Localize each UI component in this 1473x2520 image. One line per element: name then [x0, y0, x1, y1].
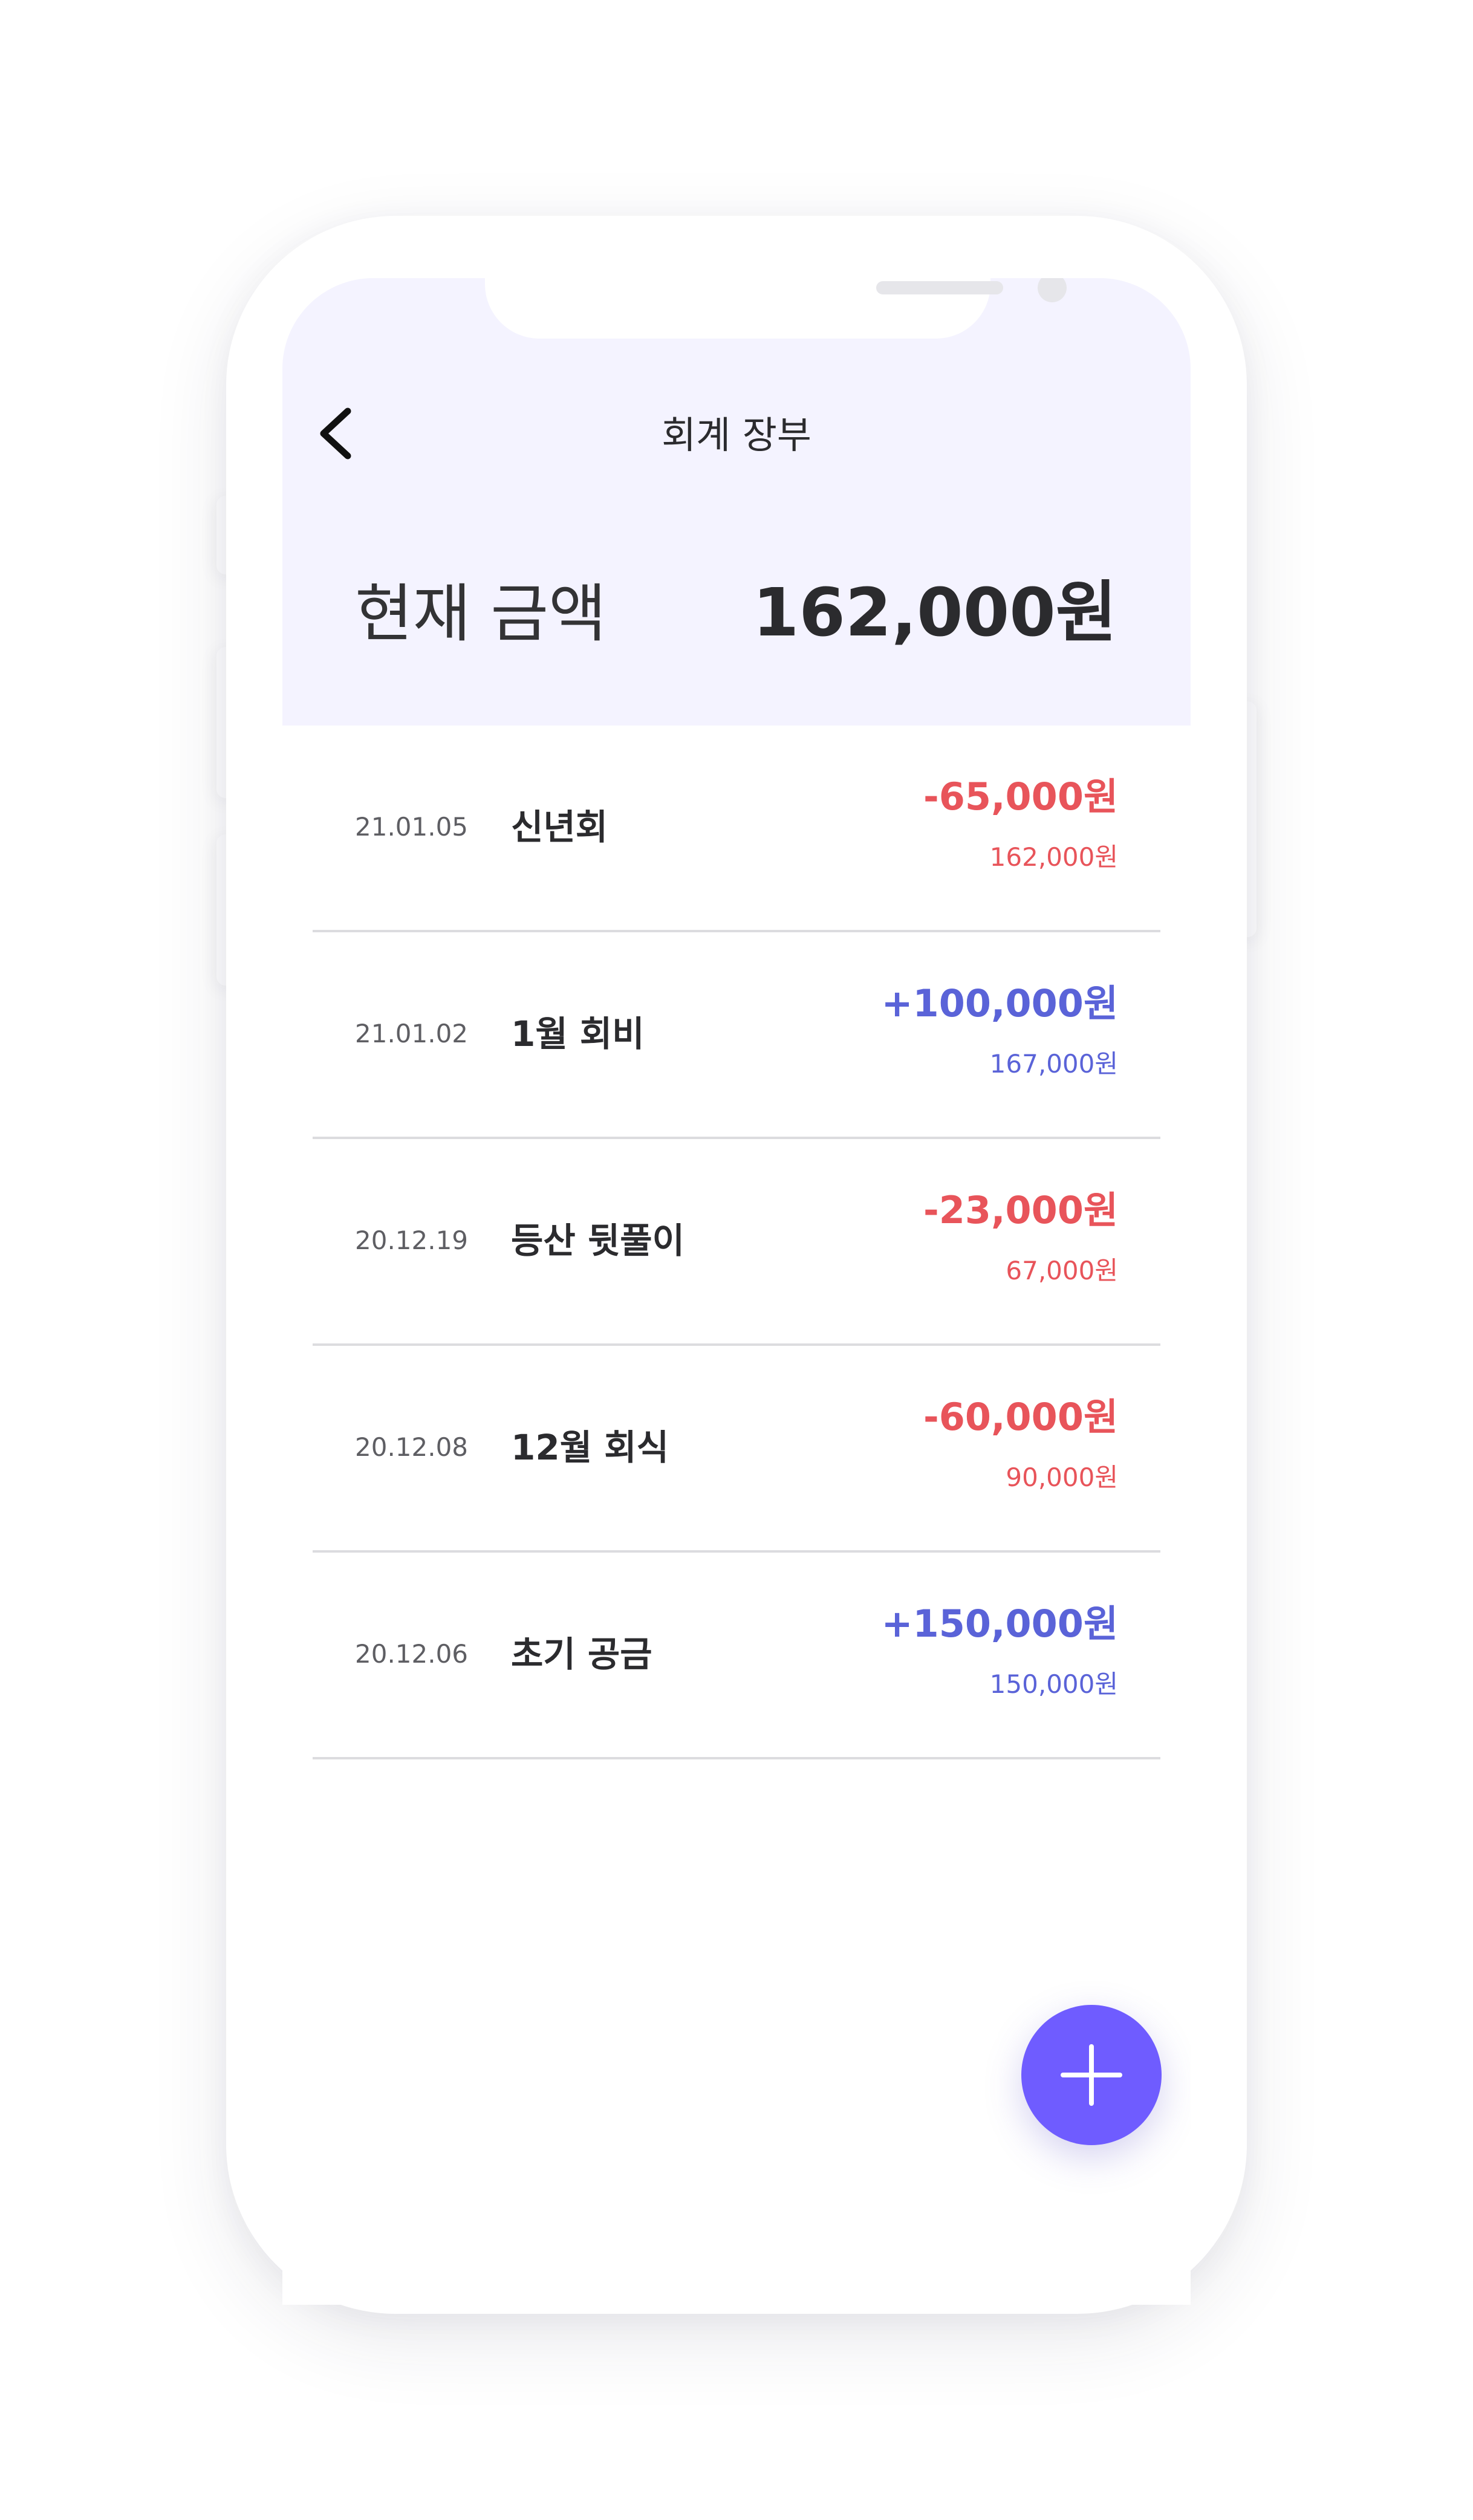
- transaction-amount: -23,000원: [923, 1188, 1118, 1232]
- transaction-name: 초기 공금: [511, 1634, 652, 1675]
- running-balance: 162,000원: [989, 842, 1118, 872]
- transaction-date: 21.01.05: [355, 812, 469, 842]
- transaction-amount: -60,000원: [923, 1395, 1118, 1439]
- running-balance: 167,000원: [989, 1049, 1118, 1079]
- plus-icon: [1061, 2044, 1122, 2106]
- transaction-amount: +150,000원: [881, 1602, 1118, 1646]
- balance-header: 회계 장부 현재 금액 162,000원: [282, 278, 1191, 726]
- app-screen: 회계 장부 현재 금액 162,000원 21.01.05 신년회 -65,00…: [282, 278, 1191, 2305]
- device-notch: [485, 278, 1067, 339]
- transaction-row[interactable]: 21.01.05 신년회 -65,000원 162,000원: [313, 726, 1160, 932]
- transaction-date: 21.01.02: [355, 1019, 469, 1048]
- transaction-date: 20.12.08: [355, 1432, 469, 1462]
- balance-amount: 162,000원: [752, 574, 1117, 651]
- running-balance: 67,000원: [1006, 1256, 1118, 1285]
- transaction-name: 등산 뒷풀이: [511, 1220, 684, 1261]
- transaction-date: 20.12.19: [355, 1226, 469, 1255]
- add-transaction-button[interactable]: [1021, 2005, 1162, 2145]
- transaction-date: 20.12.06: [355, 1639, 469, 1669]
- transaction-list: 21.01.05 신년회 -65,000원 162,000원 21.01.02 …: [313, 726, 1160, 1759]
- transaction-row[interactable]: 20.12.19 등산 뒷풀이 -23,000원 67,000원: [313, 1139, 1160, 1346]
- speaker-grille: [876, 281, 1003, 294]
- page-title: 회계 장부: [662, 413, 811, 457]
- transaction-name: 1월 회비: [511, 1013, 645, 1054]
- transaction-amount: -65,000원: [923, 775, 1118, 819]
- running-balance: 150,000원: [989, 1669, 1118, 1699]
- transaction-name: 12월 회식: [511, 1427, 669, 1468]
- transaction-row[interactable]: 21.01.02 1월 회비 +100,000원 167,000원: [313, 932, 1160, 1139]
- transaction-amount: +100,000원: [881, 981, 1118, 1025]
- transaction-row[interactable]: 20.12.08 12월 회식 -60,000원 90,000원: [313, 1346, 1160, 1553]
- transaction-name: 신년회: [511, 807, 608, 848]
- transaction-row[interactable]: 20.12.06 초기 공금 +150,000원 150,000원: [313, 1553, 1160, 1759]
- running-balance: 90,000원: [1006, 1463, 1118, 1492]
- balance-label: 현재 금액: [355, 577, 606, 651]
